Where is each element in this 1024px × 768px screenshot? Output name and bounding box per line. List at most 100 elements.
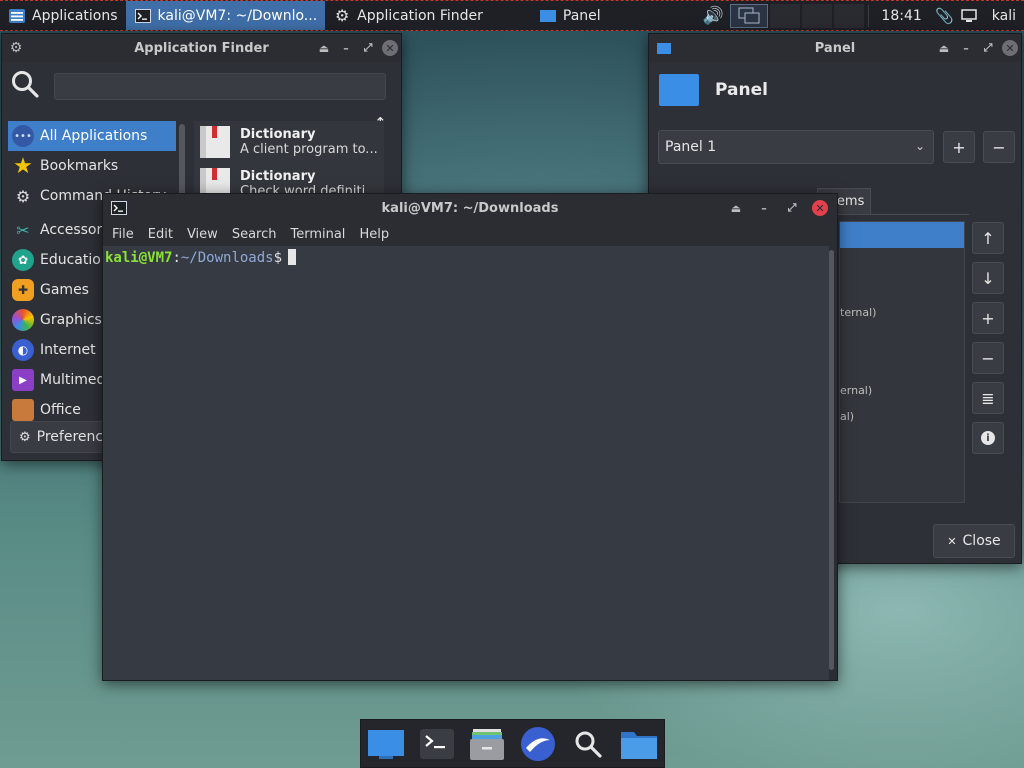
taskbar-item-panel[interactable]: Panel [491, 1, 609, 30]
gear-icon[interactable]: ⚙ [5, 37, 27, 59]
preferences-icon: ⚙ [19, 429, 31, 445]
category-bookmarks[interactable]: ★ Bookmarks [8, 151, 176, 181]
gear-icon: ⚙ [335, 6, 350, 25]
menu-terminal[interactable]: Terminal [283, 227, 352, 242]
edit-item-button[interactable]: ≣ [972, 382, 1004, 414]
shade-button[interactable]: ⏏ [933, 37, 955, 59]
paperclip-icon[interactable]: 📎 [935, 7, 954, 25]
gamepad-icon: ✚ [12, 279, 34, 301]
category-label: All Applications [40, 128, 148, 144]
close-icon: ✕ [1002, 40, 1018, 56]
app-name: Dictionary [240, 127, 316, 142]
search-icon [10, 69, 40, 103]
terminal-menubar: File Edit View Search Terminal Help [103, 222, 837, 246]
category-all-applications[interactable]: ••• All Applications [8, 121, 176, 151]
category-label: Bookmarks [40, 158, 119, 174]
search-row: ↑ [2, 62, 401, 132]
panel-select[interactable]: Panel 1 ⌄ [658, 130, 934, 164]
shade-button[interactable]: ⏏ [725, 197, 747, 219]
maximize-button[interactable]: ⤢ [977, 37, 999, 59]
prompt-symbol: $ [273, 250, 283, 266]
category-label: Education [40, 252, 110, 268]
clock[interactable]: 18:41 [873, 1, 929, 30]
move-down-button[interactable]: ↓ [972, 262, 1004, 294]
remove-panel-button[interactable]: − [983, 131, 1015, 163]
menu-help[interactable]: Help [352, 227, 396, 242]
system-tray: 🔊 18:41 📎 kali [703, 1, 1024, 30]
taskbar-item-app-finder[interactable]: ⚙ Application Finder [325, 1, 491, 30]
taskbar-item-label: Application Finder [357, 7, 483, 24]
search-input[interactable] [54, 72, 386, 100]
category-label: Office [40, 402, 81, 418]
category-label: Games [40, 282, 89, 298]
app-finder-titlebar[interactable]: ⚙ Application Finder ⏏ – ⤢ ✕ [2, 34, 401, 62]
add-item-button[interactable]: + [972, 302, 1004, 334]
close-button[interactable]: ✕ [809, 197, 831, 219]
applications-menu-button[interactable]: Applications [0, 1, 126, 30]
maximize-button[interactable]: ⤢ [357, 37, 379, 59]
close-icon: ✕ [812, 200, 828, 216]
panel-icon [539, 7, 557, 25]
workspace-2[interactable] [770, 3, 801, 28]
display-icon[interactable] [960, 7, 978, 25]
shade-button[interactable]: ⏏ [313, 37, 335, 59]
list-item-selected[interactable] [840, 222, 964, 248]
move-up-button[interactable]: ↑ [972, 222, 1004, 254]
items-list[interactable]: ternal) ernal) al) [839, 221, 965, 503]
file-manager-icon[interactable] [467, 724, 507, 764]
list-item[interactable]: Dictionary A client program to... [194, 121, 384, 163]
dock [360, 719, 665, 768]
globe-icon: ◐ [12, 339, 34, 361]
workspace-4[interactable] [834, 3, 865, 28]
minimize-button[interactable]: – [335, 37, 357, 59]
close-icon: ✕ [947, 534, 957, 548]
taskbar-item-terminal[interactable]: kali@VM7: ~/Downlo... [125, 1, 326, 30]
maximize-button[interactable]: ⤢ [781, 197, 803, 219]
browser-icon[interactable] [518, 724, 558, 764]
all-apps-icon: ••• [12, 125, 34, 147]
applications-menu-icon [8, 7, 26, 25]
terminal-titlebar[interactable]: kali@VM7: ~/Downloads ⏏ – ⤢ ✕ [103, 194, 837, 222]
close-dialog-button[interactable]: ✕ Close [933, 524, 1015, 558]
panel-header-title: Panel [715, 80, 768, 100]
panel-titlebar[interactable]: Panel ⏏ – ⤢ ✕ [649, 34, 1021, 62]
menu-edit[interactable]: Edit [141, 227, 180, 242]
menu-file[interactable]: File [105, 227, 141, 242]
menu-search[interactable]: Search [225, 227, 284, 242]
chevron-down-icon: ⌄ [914, 139, 925, 153]
terminal-icon [134, 7, 152, 25]
terminal-scrollbar[interactable] [829, 250, 834, 670]
taskbar-item-label: kali@VM7: ~/Downlo... [157, 7, 318, 24]
about-item-button[interactable]: i [972, 422, 1004, 454]
menu-view[interactable]: View [180, 227, 225, 242]
add-panel-button[interactable]: + [943, 131, 975, 163]
close-label: Close [962, 533, 1001, 549]
category-label: Graphics [40, 312, 102, 328]
accessories-icon: ✂ [16, 220, 30, 240]
workspace-switcher-active[interactable] [730, 3, 769, 28]
user-name[interactable]: kali [984, 1, 1024, 30]
graphics-icon [12, 309, 34, 331]
panel-header: Panel [649, 62, 1021, 118]
terminal-icon[interactable] [417, 724, 457, 764]
terminal-window: kali@VM7: ~/Downloads ⏏ – ⤢ ✕ File Edit … [102, 193, 838, 681]
minimize-button[interactable]: – [753, 197, 775, 219]
desktop-icon[interactable] [366, 724, 406, 764]
close-button[interactable]: ✕ [379, 37, 401, 59]
terminal-output[interactable]: kali@VM7:~/Downloads$ [103, 246, 829, 680]
multimedia-icon: ▶ [12, 369, 34, 391]
prompt-separator: : [172, 250, 181, 266]
remove-item-button[interactable]: − [972, 342, 1004, 374]
app-description: A client program to... [240, 142, 378, 157]
close-icon: ✕ [382, 40, 398, 56]
gear-icon: ⚙ [15, 186, 31, 206]
minimize-button[interactable]: – [955, 37, 977, 59]
list-item-fragment: al) [840, 410, 855, 423]
prompt-path: ~/Downloads [180, 250, 274, 266]
close-button[interactable]: ✕ [999, 37, 1021, 59]
workspace-3[interactable] [802, 3, 833, 28]
separator [868, 4, 870, 27]
volume-icon[interactable]: 🔊 [703, 6, 724, 26]
folder-icon[interactable] [619, 724, 659, 764]
search-icon[interactable] [568, 724, 608, 764]
